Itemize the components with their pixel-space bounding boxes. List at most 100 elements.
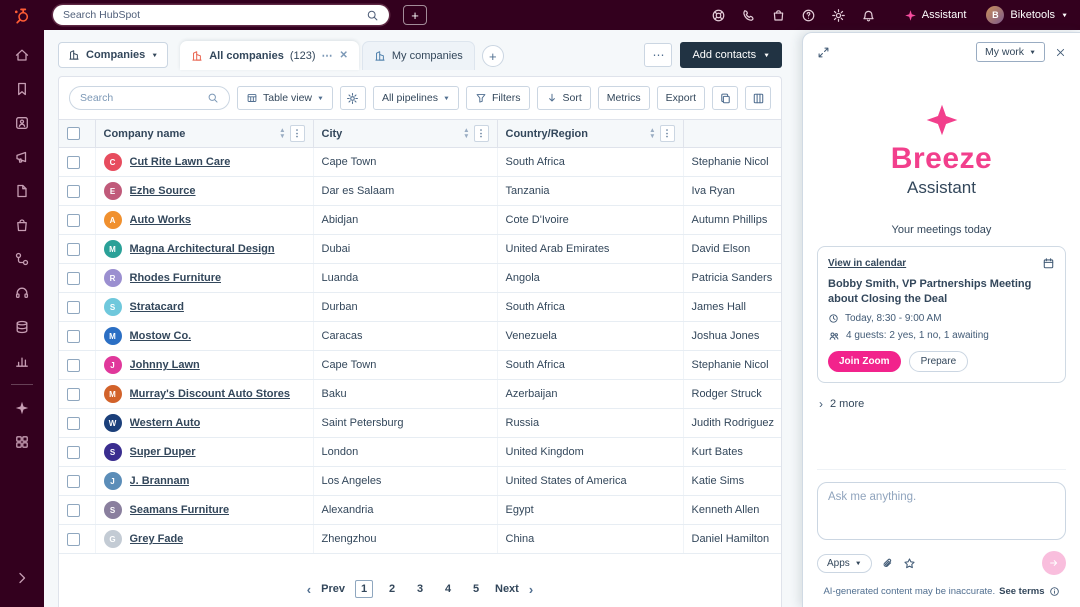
next-button[interactable]: Next — [495, 583, 519, 595]
marketplace-icon[interactable] — [771, 8, 786, 23]
company-link[interactable]: Magna Architectural Design — [130, 243, 275, 255]
tab-all-companies[interactable]: All companies (123) ⋯ ✕ — [180, 41, 359, 70]
sidebar-item-workspaces[interactable] — [0, 425, 44, 459]
row-checkbox[interactable] — [67, 417, 80, 430]
page-button-1[interactable]: 1 — [355, 580, 373, 598]
calendar-icon[interactable] — [1042, 257, 1055, 270]
prompts-icon[interactable] — [903, 557, 916, 570]
attach-icon[interactable] — [881, 557, 894, 570]
sidebar-item-crm[interactable] — [0, 106, 44, 140]
calling-icon[interactable] — [741, 8, 756, 23]
assistant-button[interactable]: Assistant — [904, 9, 967, 22]
ask-input[interactable] — [817, 482, 1066, 540]
company-link[interactable]: J. Brannam — [130, 475, 190, 487]
hubspot-logo-icon[interactable] — [12, 6, 31, 25]
select-all-checkbox[interactable] — [67, 127, 80, 140]
close-panel-icon[interactable] — [1055, 47, 1066, 58]
company-link[interactable]: Ezhe Source — [130, 185, 196, 197]
company-link[interactable]: Grey Fade — [130, 533, 184, 545]
sidebar-item-breeze[interactable] — [0, 391, 44, 425]
global-create-button[interactable]: + — [403, 5, 427, 25]
company-link[interactable]: Cut Rite Lawn Care — [130, 156, 231, 168]
table-search-input[interactable]: Search — [69, 86, 230, 110]
guide-icon[interactable] — [801, 8, 816, 23]
column-menu-icon[interactable]: ⋮ — [474, 125, 489, 142]
help-icon[interactable] — [711, 8, 726, 23]
row-checkbox[interactable] — [67, 446, 80, 459]
row-checkbox[interactable] — [67, 388, 80, 401]
next-chevron-icon[interactable]: › — [529, 582, 533, 597]
company-link[interactable]: Rhodes Furniture — [130, 272, 222, 284]
row-checkbox[interactable] — [67, 272, 80, 285]
expand-panel-icon[interactable] — [817, 46, 830, 59]
account-menu[interactable]: B Biketools ▼ — [986, 6, 1068, 24]
sidebar-item-service[interactable] — [0, 276, 44, 310]
apps-dropdown[interactable]: Apps ▼ — [817, 554, 872, 573]
tab-my-companies[interactable]: My companies — [362, 41, 475, 70]
sort-arrows-icon[interactable]: ▲▼ — [463, 128, 469, 138]
sidebar-item-data[interactable] — [0, 310, 44, 344]
company-link[interactable]: Johnny Lawn — [130, 359, 200, 371]
row-checkbox[interactable] — [67, 185, 80, 198]
table-view-dropdown[interactable]: Table view ▼ — [237, 86, 333, 110]
notifications-icon[interactable] — [861, 8, 876, 23]
company-link[interactable]: Western Auto — [130, 417, 201, 429]
metrics-button[interactable]: Metrics — [598, 86, 650, 110]
company-link[interactable]: Mostow Co. — [130, 330, 192, 342]
page-button-4[interactable]: 4 — [439, 580, 457, 598]
prepare-button[interactable]: Prepare — [909, 351, 969, 372]
column-menu-icon[interactable]: ⋮ — [660, 125, 675, 142]
page-button-3[interactable]: 3 — [411, 580, 429, 598]
sort-arrows-icon[interactable]: ▲▼ — [649, 128, 655, 138]
sidebar-item-reporting[interactable] — [0, 344, 44, 378]
sidebar-item-marketing[interactable] — [0, 140, 44, 174]
row-checkbox[interactable] — [67, 475, 80, 488]
tab-close-icon[interactable]: ✕ — [340, 50, 348, 61]
view-options-button[interactable]: ⋯ — [644, 43, 672, 67]
sidebar-item-content[interactable] — [0, 174, 44, 208]
sort-button[interactable]: Sort — [537, 86, 591, 110]
company-link[interactable]: Auto Works — [130, 214, 192, 226]
sidebar-item-bookmarks[interactable] — [0, 72, 44, 106]
company-link[interactable]: Stratacard — [130, 301, 184, 313]
filters-button[interactable]: Filters — [466, 86, 530, 110]
prev-chevron-icon[interactable]: ‹ — [307, 582, 311, 597]
row-checkbox[interactable] — [67, 504, 80, 517]
page-button-2[interactable]: 2 — [383, 580, 401, 598]
row-checkbox[interactable] — [67, 214, 80, 227]
pipelines-dropdown[interactable]: All pipelines ▼ — [373, 86, 459, 110]
view-in-calendar-link[interactable]: View in calendar — [828, 258, 906, 269]
see-terms-link[interactable]: See terms — [999, 586, 1044, 597]
view-settings-button[interactable] — [340, 86, 366, 110]
export-button[interactable]: Export — [657, 86, 705, 110]
object-switcher[interactable]: Companies ▼ — [58, 42, 168, 68]
settings-icon[interactable] — [831, 8, 846, 23]
sidebar-item-automations[interactable] — [0, 242, 44, 276]
sidebar-item-home[interactable] — [0, 38, 44, 72]
sort-arrows-icon[interactable]: ▲▼ — [279, 128, 285, 138]
row-checkbox[interactable] — [67, 243, 80, 256]
row-checkbox[interactable] — [67, 301, 80, 314]
my-work-dropdown[interactable]: My work ▼ — [976, 42, 1045, 62]
row-checkbox[interactable] — [67, 330, 80, 343]
prev-button[interactable]: Prev — [321, 583, 345, 595]
row-checkbox[interactable] — [67, 533, 80, 546]
collapse-sidebar-button[interactable] — [0, 561, 44, 595]
global-search-input[interactable]: Search HubSpot — [53, 5, 389, 25]
company-link[interactable]: Seamans Furniture — [130, 504, 230, 516]
send-button[interactable] — [1042, 551, 1066, 575]
page-button-5[interactable]: 5 — [467, 580, 485, 598]
board-view-button[interactable] — [745, 86, 771, 110]
tab-options-icon[interactable]: ⋯ — [322, 49, 334, 62]
company-link[interactable]: Murray's Discount Auto Stores — [130, 388, 291, 400]
more-meetings-toggle[interactable]: › 2 more — [817, 397, 1066, 411]
sidebar-item-commerce[interactable] — [0, 208, 44, 242]
clone-view-button[interactable] — [712, 86, 738, 110]
row-checkbox[interactable] — [67, 156, 80, 169]
add-contacts-button[interactable]: Add contacts ▼ — [680, 42, 782, 68]
row-checkbox[interactable] — [67, 359, 80, 372]
company-link[interactable]: Super Duper — [130, 446, 196, 458]
column-menu-icon[interactable]: ⋮ — [290, 125, 305, 142]
join-zoom-button[interactable]: Join Zoom — [828, 351, 901, 372]
add-view-button[interactable]: + — [482, 45, 504, 67]
